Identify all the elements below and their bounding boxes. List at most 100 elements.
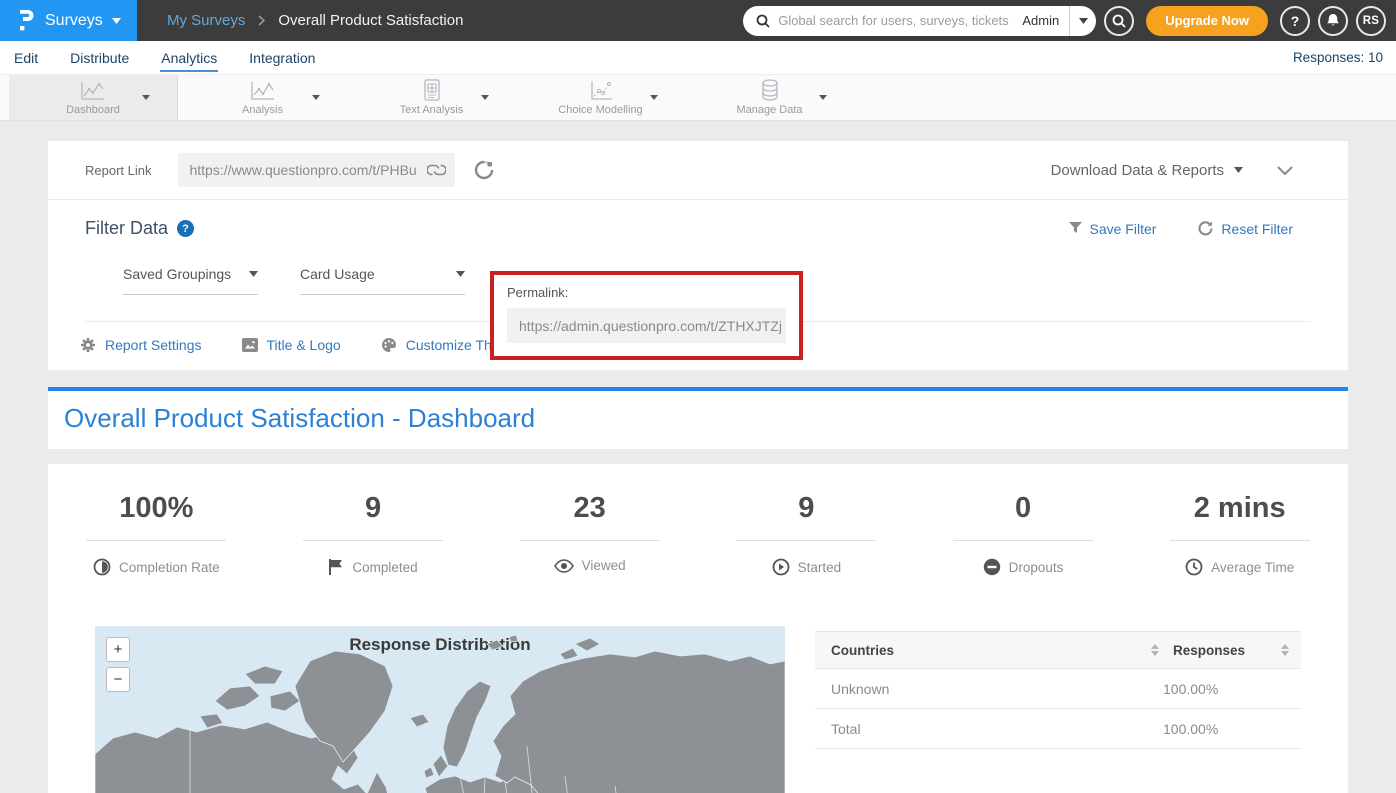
download-data-reports-dropdown[interactable]: Download Data & Reports (1051, 162, 1243, 179)
responses-column-header[interactable]: Responses (1173, 643, 1269, 658)
save-filter-button[interactable]: Save Filter (1069, 221, 1157, 237)
eye-icon (554, 559, 574, 573)
stat-value: 2 mins (1194, 492, 1286, 525)
ribbon-text-analysis[interactable]: Text Analysis (347, 75, 516, 120)
report-link-field[interactable]: https://www.questionpro.com/t/PHBu (178, 153, 455, 187)
search-scope-caret-icon[interactable] (1070, 6, 1096, 36)
reset-filter-button[interactable]: Reset Filter (1198, 221, 1293, 237)
database-icon (760, 79, 780, 101)
map-zoom-in-button[interactable]: + (106, 637, 130, 662)
search-scope-label[interactable]: Admin (1012, 13, 1069, 28)
reset-filter-label: Reset Filter (1221, 221, 1293, 237)
ribbon-manage-data[interactable]: Manage Data (685, 75, 854, 120)
stat-label: Completed (352, 560, 417, 575)
ribbon-label: Dashboard (66, 104, 120, 116)
scatter-chart-icon (589, 79, 613, 101)
ribbon-analysis[interactable]: Analysis (178, 75, 347, 120)
breadcrumb-my-surveys[interactable]: My Surveys (167, 12, 245, 29)
product-switcher[interactable]: Surveys (0, 0, 137, 41)
caret-down-icon (112, 18, 121, 24)
filter-help-icon[interactable]: ? (177, 220, 194, 237)
tab-integration[interactable]: Integration (248, 44, 316, 72)
title-logo-link[interactable]: Title & Logo (242, 337, 341, 353)
upgrade-now-button[interactable]: Upgrade Now (1146, 6, 1268, 36)
caret-down-icon[interactable] (819, 95, 827, 100)
country-responses: 100.00% (1163, 681, 1289, 697)
stat-label: Started (798, 560, 842, 575)
stat-started: 9 Started (698, 492, 915, 576)
user-avatar[interactable]: RS (1356, 6, 1386, 36)
ribbon-label: Choice Modelling (558, 104, 642, 116)
stat-viewed: 23 Viewed (481, 492, 698, 576)
help-button[interactable]: ? (1280, 6, 1310, 36)
card-usage-label: Card Usage (300, 266, 456, 282)
notifications-button[interactable] (1318, 6, 1348, 36)
report-settings-link[interactable]: Report Settings (80, 337, 202, 353)
tab-analytics[interactable]: Analytics (160, 44, 218, 72)
divider (953, 540, 1093, 541)
analytics-ribbon: Dashboard Analysis Text Analysis Choice … (0, 74, 1396, 121)
search-button[interactable] (1104, 6, 1134, 36)
report-link-row: Report Link https://www.questionpro.com/… (48, 141, 1348, 200)
country-name: Total (831, 721, 1163, 737)
minus-circle-icon (983, 558, 1001, 576)
product-name: Surveys (45, 12, 103, 30)
saved-groupings-select[interactable]: Saved Groupings (123, 266, 258, 295)
report-link-label: Report Link (85, 163, 151, 178)
download-data-reports-label: Download Data & Reports (1051, 162, 1224, 179)
countries-table-header: Countries Responses (815, 631, 1301, 669)
countries-column-header[interactable]: Countries (831, 643, 1151, 658)
country-name: Unknown (831, 681, 1163, 697)
report-row-actions: Download Data & Reports (1051, 162, 1311, 179)
table-row: Total 100.00% (815, 709, 1301, 749)
caret-down-icon[interactable] (650, 95, 658, 100)
permalink-field[interactable]: https://admin.questionpro.com/t/ZTHXJTZj (507, 308, 786, 343)
caret-down-icon[interactable] (142, 95, 150, 100)
caret-down-icon[interactable] (312, 95, 320, 100)
stat-completion-rate: 100% Completion Rate (48, 492, 265, 576)
stat-label: Average Time (1211, 560, 1294, 575)
country-responses: 100.00% (1163, 721, 1289, 737)
breadcrumb: My Surveys Overall Product Satisfaction (167, 12, 463, 29)
collapse-panel-chevron-icon[interactable] (1277, 166, 1311, 175)
report-link-url: https://www.questionpro.com/t/PHBu (189, 162, 427, 178)
permalink-url: https://admin.questionpro.com/t/ZTHXJTZj (519, 318, 782, 334)
divider (86, 540, 226, 541)
stats-row: 100% Completion Rate 9 Completed 23 (48, 492, 1348, 576)
map-zoom-out-button[interactable]: − (106, 667, 130, 692)
funnel-icon (1069, 222, 1082, 235)
ribbon-label: Analysis (242, 104, 283, 116)
live-report-icon[interactable] (474, 160, 494, 180)
topbar: Surveys My Surveys Overall Product Satis… (0, 0, 1396, 41)
stat-label: Completion Rate (119, 560, 220, 575)
divider (520, 540, 660, 541)
divider (303, 540, 443, 541)
ribbon-dashboard[interactable]: Dashboard (9, 75, 178, 120)
countries-table: Countries Responses Unknown 100.00% (815, 631, 1301, 793)
tab-distribute[interactable]: Distribute (69, 44, 130, 72)
questionpro-logo-icon (15, 9, 34, 32)
report-title-block: Overall Product Satisfaction - Dashboard (48, 387, 1348, 449)
ribbon-choice-modelling[interactable]: Choice Modelling (516, 75, 685, 120)
clock-icon (1185, 558, 1203, 576)
global-search-input[interactable] (778, 13, 1012, 28)
link-icon (427, 164, 446, 176)
tab-edit[interactable]: Edit (13, 44, 39, 72)
caret-down-icon[interactable] (481, 95, 489, 100)
stat-label: Dropouts (1009, 560, 1064, 575)
divider (736, 540, 876, 541)
responses-count: Responses: 10 (1293, 50, 1383, 65)
breadcrumb-current: Overall Product Satisfaction (278, 12, 463, 29)
sort-countries-icon[interactable] (1151, 644, 1159, 656)
response-distribution-map[interactable]: Response Distribution + − (95, 626, 785, 793)
saved-groupings-label: Saved Groupings (123, 266, 249, 282)
play-circle-icon (772, 558, 790, 576)
filter-actions: Save Filter Reset Filter (1069, 221, 1312, 237)
report-filter-card: Report Link https://www.questionpro.com/… (48, 141, 1348, 370)
palette-icon (381, 337, 397, 353)
card-usage-select[interactable]: Card Usage (300, 266, 465, 295)
sort-responses-icon[interactable] (1281, 644, 1289, 656)
permalink-highlight-box: Permalink: https://admin.questionpro.com… (490, 271, 803, 360)
ribbon-label: Text Analysis (400, 104, 464, 116)
line-chart-icon (80, 79, 106, 101)
